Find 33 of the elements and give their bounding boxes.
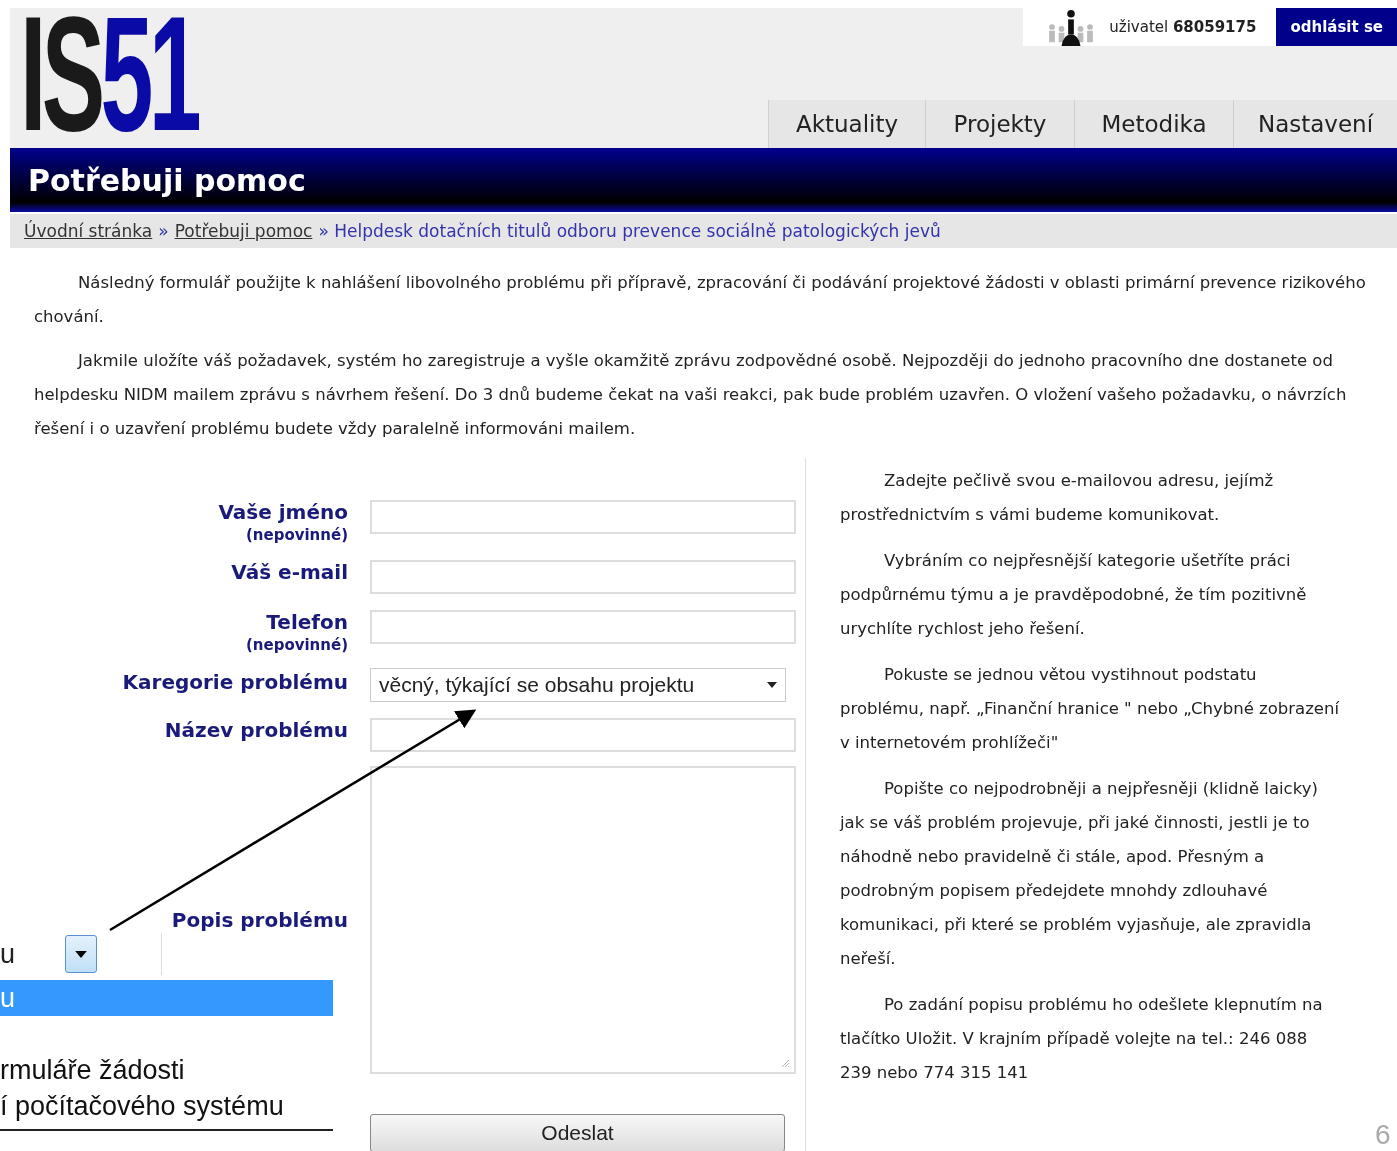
- nav-tab[interactable]: Aktuality: [768, 100, 925, 148]
- breadcrumb-text: »: [158, 221, 169, 241]
- optional-note: (nepovinné): [245, 636, 348, 654]
- combo-box[interactable]: u: [0, 933, 162, 975]
- dropdown-option[interactable]: í počítačového systému: [0, 1088, 333, 1124]
- nav-tab[interactable]: Projekty: [925, 100, 1074, 148]
- nav-tab[interactable]: Nastavení: [1233, 100, 1397, 148]
- breadcrumb-link[interactable]: Potřebuji pomoc: [174, 221, 313, 241]
- logo: IS51: [20, 10, 198, 138]
- optional-note: (nepovinné): [245, 526, 348, 544]
- category-dropdown[interactable]: věcný, týkající se obsahu projektu: [370, 668, 786, 702]
- help-paragraph: Pokuste se jednou větou vystihnout podstatu problému, např. „Finanční hranice " nebo „Chybné zobrazení v internetovém prohlížeči": [840, 664, 1340, 754]
- nav-tab[interactable]: Metodika: [1074, 100, 1233, 148]
- intro-paragraph: Jakmile uložíte váš požadavek, systém ho zaregistruje a vyšle okamžitě zprávu zodpovědné osobě. Nejpozději do jednoho pracovního dne dostanete od helpdesku NIDM mailem zprávu s návrhem řešení. Do 3 dnů budeme čekat na vaši reakci, pak bude problém uzavřen. O vložení vašeho požadavku, o návrzích řešení i o uzavření problému budete vždy paralelně informováni mailem.: [34, 350, 1348, 440]
- breadcrumb-text: » Helpdesk dotačních titulů odboru prevence sociálně patologických jevů: [318, 221, 941, 241]
- field-label: Vaše jméno: [218, 499, 348, 526]
- user-label: uživatel 68059175: [1108, 18, 1258, 36]
- help-paragraph: Vybráním co nejpřesnější kategorie ušetříte práci podpůrnému týmu a je pravděpodobné, že tím pozitivně urychlíte rychlost jeho řešení.: [840, 550, 1308, 640]
- dropdown-option[interactable]: rmuláře žádosti: [0, 1052, 333, 1088]
- help-paragraph: Po zadání popisu problému ho odešlete klepnutím na tlačítko Uložit. V krajním případě volejte na tel.: 246 088 239 nebo 774 315 141: [840, 994, 1324, 1084]
- help-paragraph: Zadejte pečlivě svou e-mailovou adresu, jejímž prostřednictvím s vámi budeme komunikovat.: [840, 470, 1275, 526]
- submit-button[interactable]: Odeslat: [370, 1114, 785, 1151]
- help-paragraph: Popište co nejpodrobněji a nejpřesněji (klidně laicky) jak se váš problém projevuje, při jaké činnosti, jestli je to náhodně nebo pravidelně či stále, apod. Přesným a podrobným popisem předejdete mnohdy zdlouhavé komunikaci, při které se problém vyjasňuje, ale zpravidla neřeší.: [840, 778, 1319, 970]
- page-title: Potřebuji pomoc: [28, 162, 306, 198]
- field-label: Popis problému: [171, 907, 348, 934]
- page-number: 6: [1375, 1119, 1392, 1151]
- field-label: Název problému: [164, 717, 348, 744]
- field-label: Karegorie problému: [122, 669, 348, 696]
- breadcrumb-link[interactable]: Úvodní stránka: [24, 221, 153, 241]
- field-label: Telefon: [266, 609, 348, 636]
- intro-paragraph: Následný formulář použijte k nahlášení libovolného problému při přípravě, zpracování či podávání projektové žádosti v oblasti primární prevence rizikového chování.: [34, 272, 1367, 328]
- field-label: Váš e-mail: [231, 559, 348, 586]
- logout-button[interactable]: odhlásit se: [1276, 8, 1397, 46]
